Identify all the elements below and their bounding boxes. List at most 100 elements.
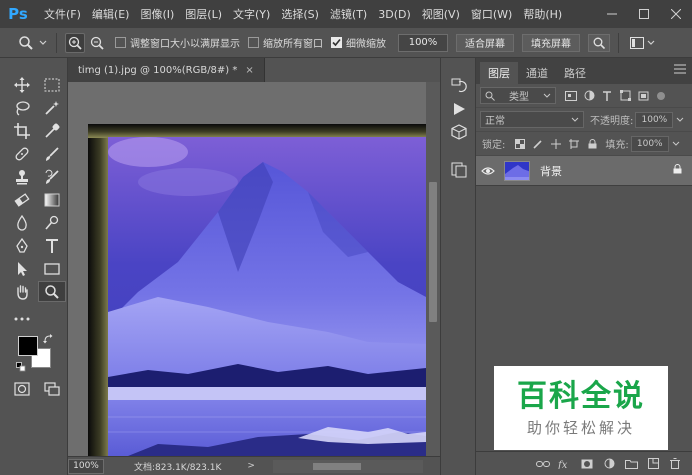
- type-tool[interactable]: [38, 235, 66, 256]
- lock-transparent-icon[interactable]: [511, 138, 529, 149]
- chevron-down-icon[interactable]: [672, 140, 680, 148]
- edit-toolbar-button[interactable]: [8, 308, 36, 329]
- chevron-down-icon[interactable]: [676, 116, 684, 124]
- history-brush-tool[interactable]: [38, 166, 66, 187]
- scrubby-zoom-option[interactable]: 细微缩放: [331, 35, 386, 50]
- history-panel-button[interactable]: [441, 76, 477, 96]
- eyedropper-tool[interactable]: [38, 120, 66, 141]
- menu-3d[interactable]: 3D(D): [378, 8, 411, 21]
- search-button[interactable]: [588, 33, 610, 52]
- marquee-tool[interactable]: [38, 74, 66, 95]
- menu-edit[interactable]: 编辑(E): [92, 6, 130, 22]
- lock-position-icon[interactable]: [547, 138, 565, 149]
- dodge-tool[interactable]: [38, 212, 66, 233]
- menu-layer[interactable]: 图层(L): [185, 6, 222, 22]
- pen-tool[interactable]: [8, 235, 36, 256]
- document-tab[interactable]: timg (1).jpg @ 100%(RGB/8#) * ×: [68, 58, 265, 82]
- fit-screen-button[interactable]: 适合屏幕: [456, 33, 514, 52]
- tab-layers[interactable]: 图层: [480, 62, 518, 84]
- properties-panel-button[interactable]: [441, 160, 477, 180]
- eye-icon: [481, 166, 495, 175]
- menu-help[interactable]: 帮助(H): [523, 6, 562, 22]
- scrubby-zoom-checkbox[interactable]: [331, 37, 342, 48]
- swap-colors-icon[interactable]: [43, 334, 53, 344]
- new-layer-icon[interactable]: [642, 458, 664, 469]
- layer-style-icon[interactable]: fx: [554, 459, 576, 469]
- visibility-toggle[interactable]: [476, 166, 500, 176]
- vertical-scrollbar[interactable]: [426, 82, 440, 456]
- crop-tool[interactable]: [8, 120, 36, 141]
- horizontal-scroll-thumb[interactable]: [313, 463, 361, 470]
- maximize-button[interactable]: [628, 0, 660, 28]
- menu-window[interactable]: 窗口(W): [471, 6, 512, 22]
- eraser-tool[interactable]: [8, 189, 36, 210]
- smart-object-filter-icon[interactable]: [634, 90, 652, 101]
- opacity-field[interactable]: 100%: [635, 111, 674, 128]
- resize-windows-checkbox[interactable]: [115, 37, 126, 48]
- close-tab-icon[interactable]: ×: [245, 65, 253, 76]
- zoom-in-button[interactable]: [65, 32, 85, 53]
- lock-artboard-icon[interactable]: [565, 138, 583, 149]
- screen-mode-button[interactable]: [38, 378, 66, 399]
- menu-filter[interactable]: 滤镜(T): [330, 6, 367, 22]
- default-colors-icon[interactable]: [16, 362, 26, 372]
- path-selection-tool[interactable]: [8, 258, 36, 279]
- menu-image[interactable]: 图像(I): [140, 6, 174, 22]
- delete-layer-icon[interactable]: [664, 458, 686, 469]
- zoom-tool[interactable]: [38, 281, 66, 302]
- link-layers-icon[interactable]: [532, 460, 554, 468]
- tool-preset-picker[interactable]: [18, 35, 48, 51]
- adjustment-filter-icon[interactable]: [580, 90, 598, 101]
- minimize-button[interactable]: [596, 0, 628, 28]
- blend-mode-select[interactable]: 正常: [480, 111, 584, 128]
- lock-pixels-icon[interactable]: [529, 139, 547, 149]
- healing-brush-tool[interactable]: [8, 143, 36, 164]
- zoom-out-button[interactable]: [87, 33, 107, 53]
- zoom-value-field[interactable]: 100%: [398, 33, 448, 52]
- lock-all-icon[interactable]: [583, 138, 601, 149]
- status-zoom-field[interactable]: 100%: [68, 458, 104, 474]
- gradient-tool[interactable]: [38, 189, 66, 210]
- panel-menu-button[interactable]: [674, 64, 686, 77]
- adjustment-layer-icon[interactable]: [598, 458, 620, 469]
- workspace-switcher[interactable]: [627, 33, 657, 53]
- tab-paths[interactable]: 路径: [556, 62, 594, 84]
- resize-windows-option[interactable]: 调整窗口大小以满屏显示: [115, 35, 240, 50]
- menu-select[interactable]: 选择(S): [281, 6, 319, 22]
- blur-tool[interactable]: [8, 212, 36, 233]
- menu-view[interactable]: 视图(V): [422, 6, 460, 22]
- fill-screen-button[interactable]: 填充屏幕: [522, 33, 580, 52]
- vertical-scroll-thumb[interactable]: [429, 182, 437, 322]
- horizontal-scrollbar[interactable]: [273, 460, 423, 473]
- hand-tool[interactable]: [8, 281, 36, 302]
- tab-channels[interactable]: 通道: [518, 62, 556, 84]
- fill-field[interactable]: 100%: [630, 135, 669, 152]
- shape-filter-icon[interactable]: [616, 90, 634, 101]
- new-group-icon[interactable]: [620, 459, 642, 469]
- add-mask-icon[interactable]: [576, 459, 598, 469]
- menu-type[interactable]: 文字(Y): [233, 6, 270, 22]
- canvas[interactable]: [68, 82, 426, 456]
- magic-wand-tool[interactable]: [38, 97, 66, 118]
- layer-row-background[interactable]: 背景: [476, 156, 692, 186]
- type-filter-icon[interactable]: [598, 90, 616, 101]
- layer-kind-select[interactable]: 类型: [480, 87, 556, 104]
- pixel-filter-icon[interactable]: [562, 90, 580, 101]
- lasso-tool[interactable]: [8, 97, 36, 118]
- filter-toggle-icon[interactable]: [652, 91, 670, 101]
- menu-file[interactable]: 文件(F): [44, 6, 81, 22]
- zoom-all-windows-checkbox[interactable]: [248, 37, 259, 48]
- clone-stamp-tool[interactable]: [8, 166, 36, 187]
- close-window-button[interactable]: [660, 0, 692, 28]
- 3d-panel-button[interactable]: [441, 122, 477, 142]
- rectangle-tool[interactable]: [38, 258, 66, 279]
- actions-panel-button[interactable]: [441, 99, 477, 119]
- quick-mask-button[interactable]: [8, 378, 36, 399]
- zoom-all-windows-option[interactable]: 缩放所有窗口: [248, 35, 323, 50]
- window-controls: [596, 0, 692, 28]
- brush-tool[interactable]: [38, 143, 66, 164]
- checkmark-icon: [332, 38, 341, 47]
- foreground-color[interactable]: [18, 336, 38, 356]
- move-tool[interactable]: [8, 74, 36, 95]
- status-menu-arrow[interactable]: >: [247, 461, 255, 471]
